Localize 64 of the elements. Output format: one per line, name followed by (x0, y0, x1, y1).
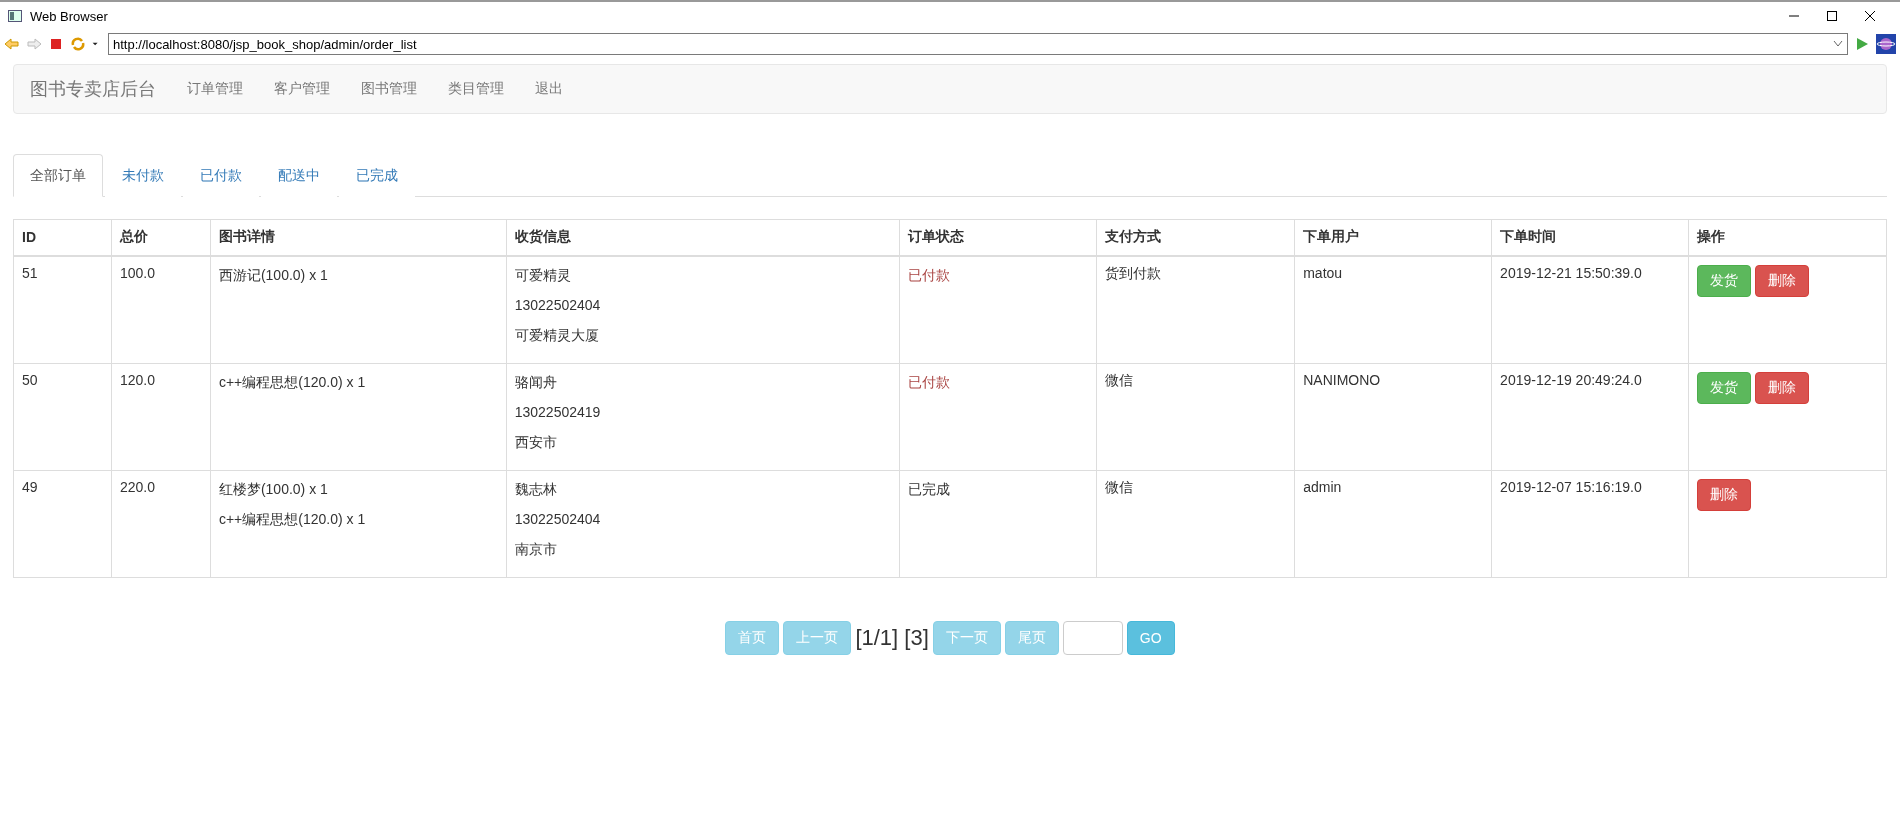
ship-button[interactable]: 发货 (1697, 371, 1751, 404)
brand-link[interactable]: 图书专卖店后台 (30, 77, 156, 101)
receiver-line: 可爱精灵大厦 (514, 325, 600, 345)
table-cell: 微信 (1096, 363, 1295, 470)
column-header: 收货信息 (506, 219, 900, 256)
column-header: 订单状态 (899, 219, 1097, 256)
column-header: 下单时间 (1491, 219, 1689, 256)
page-info: [1/1] [3] (855, 624, 929, 651)
receiver-line: 13022502419 (514, 402, 602, 422)
close-icon[interactable] (1862, 8, 1878, 24)
chevron-down-icon[interactable] (1833, 40, 1843, 48)
table-cell: 100.0 (111, 255, 211, 363)
ship-button[interactable]: 发货 (1697, 264, 1751, 297)
nav-link[interactable]: 客户管理 (274, 80, 330, 98)
maximize-icon[interactable] (1824, 8, 1840, 24)
receiver-line: 骆闻舟 (514, 372, 558, 392)
delete-button[interactable]: 删除 (1697, 478, 1751, 511)
receiver-line: 可爱精灵 (514, 265, 572, 285)
table-cell: NANIMONO (1294, 363, 1492, 470)
window-title: Web Browser (30, 8, 109, 24)
nav-link[interactable]: 类目管理 (448, 80, 504, 98)
table-cell: 50 (13, 363, 112, 470)
order-status: 已付款 (908, 265, 952, 285)
nav-link[interactable]: 订单管理 (187, 80, 243, 98)
table-cell: 微信 (1096, 470, 1295, 577)
column-header: 总价 (111, 219, 211, 256)
book-line: c++编程思想(120.0) x 1 (218, 509, 367, 529)
column-header: 图书详情 (210, 219, 507, 256)
column-header: 支付方式 (1096, 219, 1295, 256)
tab[interactable]: 全部订单 (13, 154, 103, 197)
delete-button[interactable]: 删除 (1755, 264, 1809, 297)
delete-button[interactable]: 删除 (1755, 371, 1809, 404)
table-cell: 2019-12-19 20:49:24.0 (1491, 363, 1689, 470)
book-line: 西游记(100.0) x 1 (218, 265, 329, 285)
column-header: ID (13, 219, 112, 256)
receiver-line: 13022502404 (514, 295, 602, 315)
table-cell: 49 (13, 470, 112, 577)
table-cell: 120.0 (111, 363, 211, 470)
globe-icon[interactable] (1876, 34, 1896, 54)
receiver-line: 13022502404 (514, 509, 602, 529)
order-status: 已付款 (908, 372, 952, 392)
app-icon (8, 10, 22, 22)
table-cell: 220.0 (111, 470, 211, 577)
receiver-line: 魏志林 (514, 479, 558, 499)
play-icon[interactable] (1854, 36, 1870, 52)
book-line: c++编程思想(120.0) x 1 (218, 372, 367, 392)
table-cell: matou (1294, 255, 1492, 363)
address-field[interactable]: http://localhost:8080/jsp_book_shop/admin/order_list (108, 33, 1848, 55)
book-line: 红楼梦(100.0) x 1 (218, 479, 329, 499)
receiver-line: 南京市 (514, 539, 558, 559)
column-header: 操作 (1688, 219, 1887, 256)
table-cell: 51 (13, 255, 112, 363)
table-cell: 货到付款 (1096, 255, 1295, 363)
receiver-line: 西安市 (514, 432, 558, 452)
column-header: 下单用户 (1294, 219, 1492, 256)
nav-link[interactable]: 退出 (535, 80, 563, 98)
table-cell: 2019-12-07 15:16:19.0 (1491, 470, 1689, 577)
table-cell: 2019-12-21 15:50:39.0 (1491, 255, 1689, 363)
table-cell: admin (1294, 470, 1492, 577)
refresh-icon[interactable] (70, 36, 86, 52)
order-status: 已完成 (908, 479, 952, 499)
nav-link[interactable]: 图书管理 (361, 80, 417, 98)
stop-icon[interactable] (48, 36, 64, 52)
page-input[interactable] (1062, 620, 1123, 655)
